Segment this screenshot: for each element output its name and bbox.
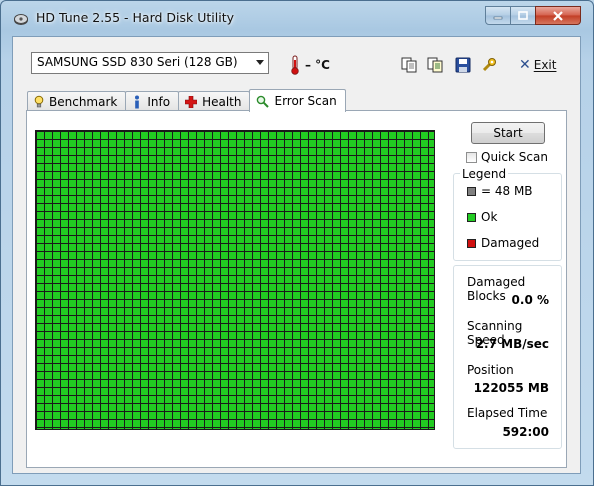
bulb-icon bbox=[34, 95, 44, 107]
position-label: Position bbox=[467, 363, 514, 377]
minimize-icon bbox=[493, 16, 503, 19]
scan-statistics: Damaged Blocks 0.0 % Scanning Speed 2.7 … bbox=[453, 265, 562, 449]
legend-item-ok: Ok bbox=[467, 210, 497, 224]
minimize-button[interactable] bbox=[485, 6, 511, 25]
maximize-button[interactable] bbox=[510, 6, 536, 25]
client-area: SAMSUNG SSD 830 Seri (128 GB) – °C ✕ Exi… bbox=[12, 36, 581, 474]
elapsed-time-value: 592:00 bbox=[502, 425, 549, 439]
legend-label: = 48 MB bbox=[481, 184, 533, 198]
close-icon bbox=[553, 10, 563, 21]
save-button[interactable] bbox=[453, 55, 473, 75]
tab-label: Error Scan bbox=[274, 94, 337, 108]
close-button[interactable] bbox=[535, 6, 581, 25]
start-button[interactable]: Start bbox=[471, 122, 545, 144]
quick-scan-option[interactable]: Quick Scan bbox=[466, 150, 548, 164]
hdtune-app-icon bbox=[14, 14, 28, 25]
tab-info[interactable]: Info bbox=[125, 91, 180, 111]
tab-health[interactable]: Health bbox=[178, 91, 251, 111]
tab-label: Benchmark bbox=[49, 94, 118, 109]
legend-title: Legend bbox=[460, 167, 509, 181]
magnifier-icon bbox=[257, 95, 270, 108]
copy-icon bbox=[401, 57, 417, 73]
drive-dropdown[interactable]: SAMSUNG SSD 830 Seri (128 GB) bbox=[31, 52, 269, 74]
window-controls bbox=[485, 6, 581, 25]
legend-swatch-gray bbox=[467, 186, 476, 196]
tab-bar: Benchmark Info Health Error Scan bbox=[27, 89, 346, 112]
tab-error-scan[interactable]: Error Scan bbox=[249, 89, 346, 112]
scan-grid-ok-blocks bbox=[36, 131, 434, 429]
exit-x-icon: ✕ bbox=[519, 57, 531, 73]
tab-benchmark[interactable]: Benchmark bbox=[27, 91, 127, 111]
floppy-save-icon bbox=[455, 57, 471, 73]
maximize-icon bbox=[518, 11, 528, 20]
chevron-down-icon bbox=[256, 60, 264, 65]
tab-label: Info bbox=[147, 94, 171, 109]
quick-scan-checkbox[interactable] bbox=[466, 151, 477, 163]
legend-swatch-green bbox=[467, 212, 476, 222]
position-value: 122055 MB bbox=[473, 381, 549, 395]
title-bar[interactable]: HD Tune 2.55 - Hard Disk Utility bbox=[0, 0, 594, 36]
damaged-blocks-value: 0.0 % bbox=[511, 293, 549, 307]
legend-group: Legend = 48 MB Ok Damaged bbox=[453, 167, 562, 261]
error-scan-panel: Start Quick Scan Legend = 48 MB Ok Damag… bbox=[26, 110, 567, 468]
app-window: HD Tune 2.55 - Hard Disk Utility SAMSUNG… bbox=[0, 0, 594, 486]
scan-block-map bbox=[35, 130, 435, 430]
health-cross-icon bbox=[185, 95, 198, 108]
legend-item-block-size: = 48 MB bbox=[467, 184, 533, 198]
window-title: HD Tune 2.55 - Hard Disk Utility bbox=[36, 10, 235, 25]
elapsed-time-label: Elapsed Time bbox=[467, 406, 548, 420]
legend-label: Damaged bbox=[481, 236, 540, 250]
info-icon bbox=[135, 95, 140, 108]
quick-scan-label: Quick Scan bbox=[481, 150, 548, 164]
options-tools-icon bbox=[482, 58, 496, 72]
legend-label: Ok bbox=[481, 210, 498, 224]
tab-label: Health bbox=[202, 94, 242, 109]
legend-swatch-red bbox=[467, 238, 476, 248]
legend-item-damaged: Damaged bbox=[467, 236, 539, 250]
copy-all-button[interactable] bbox=[425, 55, 445, 75]
thermometer-icon bbox=[291, 55, 299, 75]
copy-all-icon bbox=[427, 57, 443, 73]
exit-button[interactable]: ✕ Exit bbox=[519, 57, 556, 73]
drive-dropdown-value: SAMSUNG SSD 830 Seri (128 GB) bbox=[37, 55, 238, 69]
scanning-speed-value: 2.7 MB/sec bbox=[475, 337, 549, 351]
temperature-readout: – °C bbox=[305, 58, 330, 72]
exit-label: Exit bbox=[533, 58, 557, 72]
options-button[interactable] bbox=[479, 55, 499, 75]
copy-info-button[interactable] bbox=[399, 55, 419, 75]
